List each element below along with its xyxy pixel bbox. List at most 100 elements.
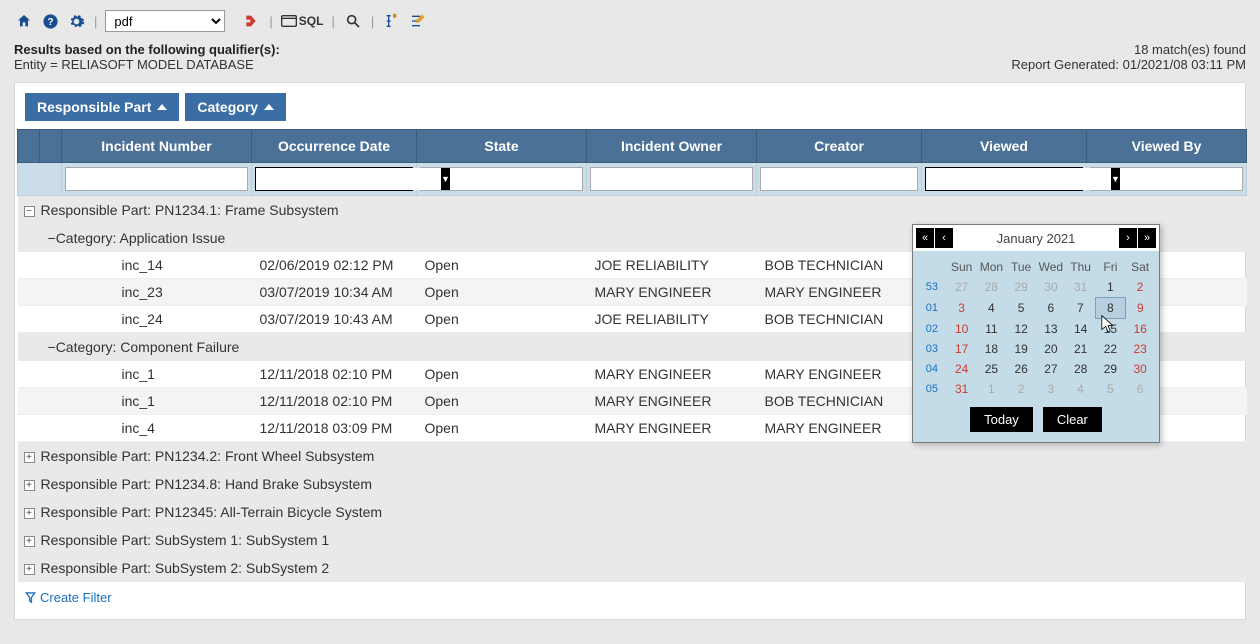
col-creator[interactable]: Creator bbox=[757, 130, 922, 163]
cal-day[interactable]: 21 bbox=[1066, 339, 1096, 359]
cal-day[interactable]: 6 bbox=[1036, 298, 1066, 319]
cal-day[interactable]: 23 bbox=[1125, 339, 1155, 359]
cal-day[interactable]: 5 bbox=[1096, 379, 1126, 399]
export-icon[interactable] bbox=[241, 11, 261, 31]
group-row[interactable]: +Responsible Part: PN1234.8: Hand Brake … bbox=[18, 470, 1247, 498]
cal-day[interactable]: 30 bbox=[1036, 277, 1066, 298]
filter-viewed[interactable]: ▼ bbox=[925, 167, 1083, 191]
home-icon[interactable] bbox=[14, 11, 34, 31]
cal-day[interactable]: 22 bbox=[1096, 339, 1126, 359]
cal-day[interactable]: 27 bbox=[1036, 359, 1066, 379]
group-row[interactable]: +Responsible Part: PN12345: All-Terrain … bbox=[18, 498, 1247, 526]
expand-icon[interactable]: + bbox=[24, 508, 35, 519]
cal-day[interactable]: 24 bbox=[947, 359, 977, 379]
cal-day[interactable]: 12 bbox=[1006, 319, 1036, 340]
collapse-icon[interactable]: − bbox=[48, 339, 56, 355]
clear-button[interactable]: Clear bbox=[1043, 407, 1102, 432]
collapse-icon[interactable]: − bbox=[48, 230, 56, 246]
col-occurrence-date[interactable]: Occurrence Date bbox=[252, 130, 417, 163]
group-responsible-part[interactable]: Responsible Part bbox=[25, 93, 179, 121]
cell-creator: MARY ENGINEER bbox=[757, 361, 922, 388]
expand-icon[interactable]: + bbox=[24, 480, 35, 491]
cal-day[interactable]: 29 bbox=[1006, 277, 1036, 298]
group-row[interactable]: +Responsible Part: SubSystem 1: SubSyste… bbox=[18, 526, 1247, 554]
col-state[interactable]: State bbox=[417, 130, 587, 163]
help-icon[interactable]: ? bbox=[40, 11, 60, 31]
cal-day[interactable]: 25 bbox=[977, 359, 1007, 379]
cal-day[interactable]: 14 bbox=[1066, 319, 1096, 340]
cal-day[interactable]: 2 bbox=[1006, 379, 1036, 399]
gear-icon[interactable] bbox=[66, 11, 86, 31]
cal-day[interactable]: 10 bbox=[947, 319, 977, 340]
cal-day[interactable]: 30 bbox=[1125, 359, 1155, 379]
cell-date: 02/06/2019 02:12 PM bbox=[252, 252, 417, 279]
cal-day[interactable]: 28 bbox=[1066, 359, 1096, 379]
next-month-icon[interactable]: › bbox=[1119, 228, 1137, 248]
cal-day[interactable]: 7 bbox=[1066, 298, 1096, 319]
cal-day[interactable]: 28 bbox=[977, 277, 1007, 298]
cal-day[interactable]: 6 bbox=[1125, 379, 1155, 399]
group-row[interactable]: −Responsible Part: PN1234.1: Frame Subsy… bbox=[18, 196, 1247, 225]
group-row[interactable]: +Responsible Part: SubSystem 2: SubSyste… bbox=[18, 554, 1247, 582]
today-button[interactable]: Today bbox=[970, 407, 1033, 432]
filter-incident-number[interactable] bbox=[65, 167, 248, 191]
group-category[interactable]: Category bbox=[185, 93, 286, 121]
prev-year-icon[interactable]: « bbox=[916, 228, 934, 248]
group-label: Responsible Part bbox=[37, 99, 151, 115]
cal-day[interactable]: 31 bbox=[1066, 277, 1096, 298]
col-viewed[interactable]: Viewed bbox=[922, 130, 1087, 163]
cal-day[interactable]: 15 bbox=[1096, 319, 1126, 340]
collapse-icon[interactable]: − bbox=[24, 206, 35, 217]
sql-button[interactable]: SQL bbox=[281, 14, 324, 28]
dropdown-icon[interactable]: ▼ bbox=[1111, 168, 1120, 190]
cal-day[interactable]: 31 bbox=[947, 379, 977, 399]
expand-icon[interactable]: + bbox=[24, 564, 35, 575]
prev-month-icon[interactable]: ‹ bbox=[935, 228, 953, 248]
dp-title[interactable]: January 2021 bbox=[953, 231, 1119, 246]
filter-creator[interactable] bbox=[760, 167, 918, 191]
cal-day[interactable]: 1 bbox=[1096, 277, 1126, 298]
next-year-icon[interactable]: » bbox=[1138, 228, 1156, 248]
cal-day[interactable]: 16 bbox=[1125, 319, 1155, 340]
cal-day[interactable]: 20 bbox=[1036, 339, 1066, 359]
cal-day[interactable]: 5 bbox=[1006, 298, 1036, 319]
filter-viewed-input[interactable] bbox=[926, 168, 1111, 190]
cal-day-today[interactable]: 8 bbox=[1096, 298, 1126, 319]
cal-day[interactable]: 27 bbox=[947, 277, 977, 298]
cal-day[interactable]: 19 bbox=[1006, 339, 1036, 359]
separator: | bbox=[331, 14, 334, 29]
tree-add-icon[interactable] bbox=[382, 11, 402, 31]
cal-day[interactable]: 26 bbox=[1006, 359, 1036, 379]
cal-day[interactable]: 11 bbox=[977, 319, 1007, 340]
filter-occurrence-date[interactable]: ▼ bbox=[255, 167, 413, 191]
filter-incident-owner[interactable] bbox=[590, 167, 753, 191]
cal-day[interactable]: 29 bbox=[1096, 359, 1126, 379]
edit-list-icon[interactable] bbox=[408, 11, 428, 31]
group-label: Category bbox=[197, 99, 258, 115]
filter-date-input[interactable] bbox=[256, 168, 441, 190]
dropdown-icon[interactable]: ▼ bbox=[441, 168, 450, 190]
create-filter-link[interactable]: Create Filter bbox=[15, 582, 1245, 605]
cal-day[interactable]: 9 bbox=[1125, 298, 1155, 319]
cal-day[interactable]: 4 bbox=[977, 298, 1007, 319]
cal-day[interactable]: 17 bbox=[947, 339, 977, 359]
search-icon[interactable] bbox=[343, 11, 363, 31]
cal-day[interactable]: 3 bbox=[1036, 379, 1066, 399]
expand-col-header bbox=[18, 130, 40, 163]
expand-icon[interactable]: + bbox=[24, 452, 35, 463]
cell-state: Open bbox=[417, 388, 587, 415]
cell-owner: MARY ENGINEER bbox=[587, 361, 757, 388]
expand-icon[interactable]: + bbox=[24, 536, 35, 547]
group-row[interactable]: + Responsible Part: PN1234.2: Front Wheel… bbox=[18, 442, 1247, 471]
export-format-select[interactable]: pdf bbox=[105, 10, 225, 32]
cal-day[interactable]: 1 bbox=[977, 379, 1007, 399]
cal-day[interactable]: 13 bbox=[1036, 319, 1066, 340]
cal-day[interactable]: 4 bbox=[1066, 379, 1096, 399]
group-label: Responsible Part: PN1234.2: Front Wheel … bbox=[41, 448, 375, 464]
col-incident-owner[interactable]: Incident Owner bbox=[587, 130, 757, 163]
cal-day[interactable]: 18 bbox=[977, 339, 1007, 359]
col-incident-number[interactable]: Incident Number bbox=[62, 130, 252, 163]
cal-day[interactable]: 2 bbox=[1125, 277, 1155, 298]
col-viewed-by[interactable]: Viewed By bbox=[1087, 130, 1247, 163]
cal-day[interactable]: 3 bbox=[947, 298, 977, 319]
